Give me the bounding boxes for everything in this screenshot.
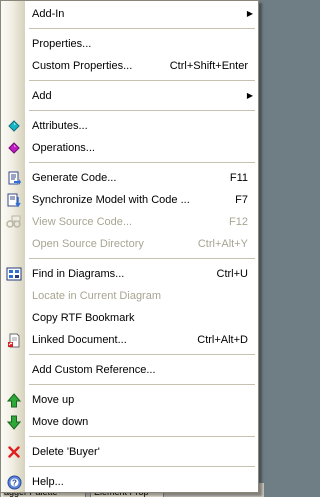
svg-text:?: ?: [12, 478, 17, 487]
menu-item-label: Add Custom Reference...: [32, 364, 156, 376]
submenu-arrow-icon: ▶: [246, 91, 253, 100]
menu-item-delete[interactable]: Delete 'Buyer': [2, 441, 257, 463]
menu-item-label: Synchronize Model with Code ...: [32, 194, 190, 206]
help-icon: ?: [6, 474, 22, 490]
menu-item-label: Move down: [32, 416, 89, 428]
linked-document-icon: [6, 332, 22, 348]
menu-item-label: Delete 'Buyer': [32, 446, 100, 458]
menu-item-label: Custom Properties...: [32, 60, 133, 72]
menu-item-add-in[interactable]: Add-In ▶: [2, 3, 257, 25]
menu-item-shortcut: F12: [229, 216, 248, 228]
menu-item-help[interactable]: ? Help...: [2, 471, 257, 493]
menu-item-label: Locate in Current Diagram: [32, 290, 162, 302]
menu-separator: [29, 384, 255, 385]
operation-diamond-icon: [6, 140, 22, 156]
menu-item-label: Generate Code...: [32, 172, 117, 184]
menu-item-shortcut: F7: [235, 194, 248, 206]
menu-item-label: Operations...: [32, 142, 95, 154]
menu-item-operations[interactable]: Operations...: [2, 137, 257, 159]
menu-item-label: View Source Code...: [32, 216, 133, 228]
attribute-diamond-icon: [6, 118, 22, 134]
menu-item-label: Open Source Directory: [32, 238, 144, 250]
menu-item-shortcut: Ctrl+U: [216, 268, 248, 280]
arrow-down-icon: [6, 414, 22, 430]
menu-item-move-up[interactable]: Move up: [2, 389, 257, 411]
menu-separator: [29, 258, 255, 259]
menu-item-label: Add-In: [32, 8, 65, 20]
menu-item-label: Properties...: [32, 38, 92, 50]
submenu-arrow-icon: ▶: [246, 9, 253, 18]
menu-item-add-custom-reference[interactable]: Add Custom Reference...: [2, 359, 257, 381]
menu-item-shortcut: Ctrl+Shift+Enter: [169, 60, 248, 72]
menu-item-open-source-directory: Open Source Directory Ctrl+Alt+Y: [2, 233, 257, 255]
menu-item-properties[interactable]: Properties...: [2, 33, 257, 55]
context-menu: Add-In ▶ Properties... Custom Properties…: [0, 0, 259, 493]
menu-item-custom-properties[interactable]: Custom Properties... Ctrl+Shift+Enter: [2, 55, 257, 77]
menu-item-label: Find in Diagrams...: [32, 268, 125, 280]
menu-item-attributes[interactable]: Attributes...: [2, 115, 257, 137]
menu-item-label: Linked Document...: [32, 334, 127, 346]
menu-item-generate-code[interactable]: Generate Code... F11: [2, 167, 257, 189]
menu-separator: [29, 162, 255, 163]
menu-item-add[interactable]: Add ▶: [2, 85, 257, 107]
menu-separator: [29, 80, 255, 81]
menu-separator: [29, 466, 255, 467]
menu-item-label: Move up: [32, 394, 75, 406]
menu-item-label: Copy RTF Bookmark: [32, 312, 135, 324]
menu-item-label: Help...: [32, 476, 64, 488]
menu-item-move-down[interactable]: Move down: [2, 411, 257, 433]
menu-item-label: Add: [32, 90, 52, 102]
menu-item-label: Attributes...: [32, 120, 88, 132]
menu-separator: [29, 110, 255, 111]
menu-item-shortcut: Ctrl+Alt+D: [197, 334, 248, 346]
find-in-diagrams-icon: [6, 266, 22, 282]
menu-item-linked-document[interactable]: Linked Document... Ctrl+Alt+D: [2, 329, 257, 351]
menu-separator: [29, 354, 255, 355]
menu-separator: [29, 436, 255, 437]
delete-x-icon: [6, 444, 22, 460]
menu-item-shortcut: F11: [229, 172, 248, 184]
menu-item-locate-in-diagram: Locate in Current Diagram: [2, 285, 257, 307]
menu-item-find-in-diagrams[interactable]: Find in Diagrams... Ctrl+U: [2, 263, 257, 285]
generate-code-icon: [6, 170, 22, 186]
synchronize-code-icon: [6, 192, 22, 208]
menu-item-synchronize-model[interactable]: Synchronize Model with Code ... F7: [2, 189, 257, 211]
view-source-icon: [6, 214, 22, 230]
menu-item-copy-rtf-bookmark[interactable]: Copy RTF Bookmark: [2, 307, 257, 329]
menu-item-shortcut: Ctrl+Alt+Y: [197, 238, 248, 250]
arrow-up-icon: [6, 392, 22, 408]
menu-separator: [29, 28, 255, 29]
menu-item-view-source-code: View Source Code... F12: [2, 211, 257, 233]
